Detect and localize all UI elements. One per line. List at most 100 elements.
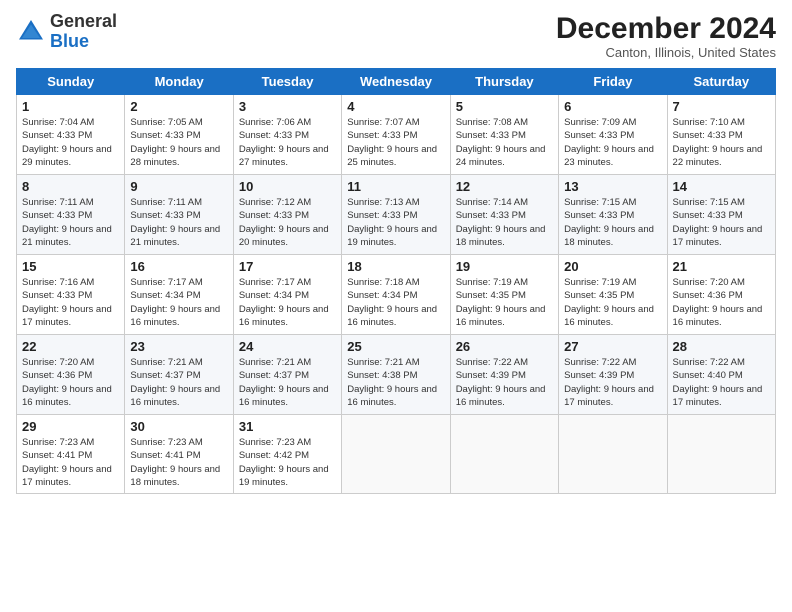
month-year: December 2024 (556, 12, 776, 45)
day-info: Sunrise: 7:20 AM Sunset: 4:36 PM Dayligh… (673, 276, 770, 329)
day-info: Sunrise: 7:23 AM Sunset: 4:41 PM Dayligh… (22, 436, 119, 489)
day-info: Sunrise: 7:17 AM Sunset: 4:34 PM Dayligh… (130, 276, 227, 329)
weekday-header: Saturday (667, 69, 775, 95)
day-info: Sunrise: 7:10 AM Sunset: 4:33 PM Dayligh… (673, 116, 770, 169)
day-number: 1 (22, 99, 119, 114)
calendar-cell: 30 Sunrise: 7:23 AM Sunset: 4:41 PM Dayli… (125, 415, 233, 494)
day-info: Sunrise: 7:23 AM Sunset: 4:41 PM Dayligh… (130, 436, 227, 489)
calendar-cell: 16 Sunrise: 7:17 AM Sunset: 4:34 PM Dayli… (125, 255, 233, 335)
day-info: Sunrise: 7:18 AM Sunset: 4:34 PM Dayligh… (347, 276, 444, 329)
calendar-cell: 15Sunrise: 7:16 AM Sunset: 4:33 PM Dayli… (17, 255, 125, 335)
weekday-header: Friday (559, 69, 667, 95)
day-number: 9 (130, 179, 227, 194)
day-number: 23 (130, 339, 227, 354)
weekday-header: Wednesday (342, 69, 450, 95)
day-info: Sunrise: 7:11 AM Sunset: 4:33 PM Dayligh… (130, 196, 227, 249)
calendar-cell: 9 Sunrise: 7:11 AM Sunset: 4:33 PM Daylig… (125, 175, 233, 255)
weekday-header: Thursday (450, 69, 558, 95)
day-number: 26 (456, 339, 553, 354)
day-info: Sunrise: 7:22 AM Sunset: 4:40 PM Dayligh… (673, 356, 770, 409)
weekday-header-row: SundayMondayTuesdayWednesdayThursdayFrid… (17, 69, 776, 95)
day-number: 10 (239, 179, 336, 194)
calendar-cell: 26 Sunrise: 7:22 AM Sunset: 4:39 PM Dayli… (450, 335, 558, 415)
day-number: 18 (347, 259, 444, 274)
weekday-header: Sunday (17, 69, 125, 95)
calendar-cell: 22 Sunrise: 7:20 AM Sunset: 4:36 PM Dayli… (17, 335, 125, 415)
day-info: Sunrise: 7:21 AM Sunset: 4:38 PM Dayligh… (347, 356, 444, 409)
day-number: 31 (239, 419, 336, 434)
calendar-cell: 27 Sunrise: 7:22 AM Sunset: 4:39 PM Dayli… (559, 335, 667, 415)
day-info: Sunrise: 7:21 AM Sunset: 4:37 PM Dayligh… (130, 356, 227, 409)
weekday-header: Monday (125, 69, 233, 95)
day-number: 30 (130, 419, 227, 434)
day-number: 13 (564, 179, 661, 194)
day-info: Sunrise: 7:06 AM Sunset: 4:33 PM Dayligh… (239, 116, 336, 169)
calendar-cell: 3 Sunrise: 7:06 AM Sunset: 4:33 PM Daylig… (233, 95, 341, 175)
day-number: 22 (22, 339, 119, 354)
day-info: Sunrise: 7:12 AM Sunset: 4:33 PM Dayligh… (239, 196, 336, 249)
day-info: Sunrise: 7:07 AM Sunset: 4:33 PM Dayligh… (347, 116, 444, 169)
calendar-cell: 28 Sunrise: 7:22 AM Sunset: 4:40 PM Dayli… (667, 335, 775, 415)
logo-text: General Blue (50, 12, 117, 52)
title-block: December 2024 Canton, Illinois, United S… (556, 12, 776, 60)
day-info: Sunrise: 7:22 AM Sunset: 4:39 PM Dayligh… (564, 356, 661, 409)
calendar-cell (559, 415, 667, 494)
day-number: 5 (456, 99, 553, 114)
calendar-cell: 31 Sunrise: 7:23 AM Sunset: 4:42 PM Dayli… (233, 415, 341, 494)
calendar-week-row: 15Sunrise: 7:16 AM Sunset: 4:33 PM Dayli… (17, 255, 776, 335)
calendar-cell: 4Sunrise: 7:07 AM Sunset: 4:33 PM Daylig… (342, 95, 450, 175)
day-number: 6 (564, 99, 661, 114)
day-number: 24 (239, 339, 336, 354)
day-info: Sunrise: 7:17 AM Sunset: 4:34 PM Dayligh… (239, 276, 336, 329)
day-number: 28 (673, 339, 770, 354)
day-info: Sunrise: 7:21 AM Sunset: 4:37 PM Dayligh… (239, 356, 336, 409)
day-number: 27 (564, 339, 661, 354)
calendar-cell: 7 Sunrise: 7:10 AM Sunset: 4:33 PM Daylig… (667, 95, 775, 175)
calendar-cell (667, 415, 775, 494)
calendar-week-row: 8 Sunrise: 7:11 AM Sunset: 4:33 PM Daylig… (17, 175, 776, 255)
day-number: 17 (239, 259, 336, 274)
day-number: 11 (347, 179, 444, 194)
calendar-cell: 14 Sunrise: 7:15 AM Sunset: 4:33 PM Dayli… (667, 175, 775, 255)
day-number: 7 (673, 99, 770, 114)
logo-general: General (50, 11, 117, 31)
day-info: Sunrise: 7:05 AM Sunset: 4:33 PM Dayligh… (130, 116, 227, 169)
calendar-week-row: 22 Sunrise: 7:20 AM Sunset: 4:36 PM Dayli… (17, 335, 776, 415)
calendar-cell: 1Sunrise: 7:04 AM Sunset: 4:33 PM Daylig… (17, 95, 125, 175)
day-number: 20 (564, 259, 661, 274)
day-info: Sunrise: 7:23 AM Sunset: 4:42 PM Dayligh… (239, 436, 336, 489)
calendar-cell: 19 Sunrise: 7:19 AM Sunset: 4:35 PM Dayli… (450, 255, 558, 335)
day-info: Sunrise: 7:08 AM Sunset: 4:33 PM Dayligh… (456, 116, 553, 169)
day-number: 8 (22, 179, 119, 194)
day-info: Sunrise: 7:22 AM Sunset: 4:39 PM Dayligh… (456, 356, 553, 409)
calendar-cell (342, 415, 450, 494)
day-info: Sunrise: 7:13 AM Sunset: 4:33 PM Dayligh… (347, 196, 444, 249)
calendar-week-row: 29 Sunrise: 7:23 AM Sunset: 4:41 PM Dayli… (17, 415, 776, 494)
calendar-cell (450, 415, 558, 494)
day-number: 12 (456, 179, 553, 194)
day-number: 3 (239, 99, 336, 114)
day-info: Sunrise: 7:09 AM Sunset: 4:33 PM Dayligh… (564, 116, 661, 169)
logo-icon (16, 17, 46, 47)
day-number: 29 (22, 419, 119, 434)
calendar-cell: 8 Sunrise: 7:11 AM Sunset: 4:33 PM Daylig… (17, 175, 125, 255)
weekday-header: Tuesday (233, 69, 341, 95)
logo-blue: Blue (50, 31, 89, 51)
day-info: Sunrise: 7:20 AM Sunset: 4:36 PM Dayligh… (22, 356, 119, 409)
day-info: Sunrise: 7:15 AM Sunset: 4:33 PM Dayligh… (673, 196, 770, 249)
calendar-cell: 21Sunrise: 7:20 AM Sunset: 4:36 PM Dayli… (667, 255, 775, 335)
calendar-cell: 18 Sunrise: 7:18 AM Sunset: 4:34 PM Dayli… (342, 255, 450, 335)
day-number: 25 (347, 339, 444, 354)
page: General Blue December 2024 Canton, Illin… (0, 0, 792, 612)
calendar-cell: 12Sunrise: 7:14 AM Sunset: 4:33 PM Dayli… (450, 175, 558, 255)
calendar-cell: 11 Sunrise: 7:13 AM Sunset: 4:33 PM Dayli… (342, 175, 450, 255)
day-info: Sunrise: 7:19 AM Sunset: 4:35 PM Dayligh… (456, 276, 553, 329)
day-number: 19 (456, 259, 553, 274)
day-number: 14 (673, 179, 770, 194)
calendar-cell: 6 Sunrise: 7:09 AM Sunset: 4:33 PM Daylig… (559, 95, 667, 175)
calendar-cell: 13Sunrise: 7:15 AM Sunset: 4:33 PM Dayli… (559, 175, 667, 255)
day-info: Sunrise: 7:11 AM Sunset: 4:33 PM Dayligh… (22, 196, 119, 249)
day-number: 16 (130, 259, 227, 274)
header: General Blue December 2024 Canton, Illin… (16, 12, 776, 60)
calendar-table: SundayMondayTuesdayWednesdayThursdayFrid… (16, 68, 776, 494)
